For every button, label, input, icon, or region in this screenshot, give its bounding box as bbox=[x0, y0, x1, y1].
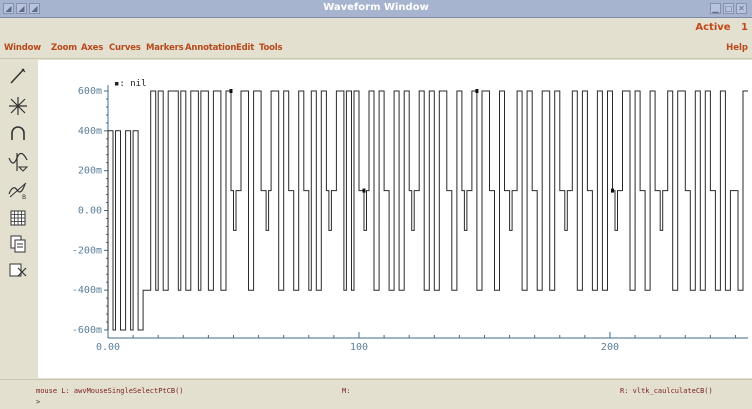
active-label: Active bbox=[695, 22, 731, 33]
menu-help[interactable]: Help bbox=[726, 43, 748, 53]
menu-axes[interactable]: Axes bbox=[81, 43, 103, 53]
mouse-status-bar: mouse L: awvMouseSingleSelectPtCB() M: R… bbox=[0, 379, 752, 409]
y-tick-label: 200m bbox=[78, 166, 102, 177]
minimize-icon[interactable]: ▁ bbox=[710, 3, 721, 14]
menu-curves[interactable]: Curves bbox=[109, 43, 141, 53]
mouse-left-binding: mouse L: awvMouseSingleSelectPtCB() bbox=[36, 387, 184, 395]
pencil-icon[interactable] bbox=[5, 63, 31, 89]
y-tick-label: -200m bbox=[72, 245, 102, 256]
maximize-icon[interactable]: □ bbox=[723, 3, 734, 14]
status-line: Active 1 bbox=[0, 18, 752, 38]
x-tick-label: 100 bbox=[350, 342, 368, 353]
waveform-b-icon[interactable]: B bbox=[5, 177, 31, 203]
waveform-trace bbox=[107, 90, 748, 331]
transform-icon[interactable] bbox=[5, 257, 31, 283]
window-title: Waveform Window bbox=[323, 2, 429, 13]
trace-marker bbox=[610, 188, 614, 193]
plot-area[interactable]: 600m 400m 200m 0.00 -200m -400m -600m 0.00 100 20… bbox=[38, 60, 752, 378]
trace-marker bbox=[475, 89, 479, 93]
y-tick-label: 600m bbox=[78, 86, 102, 97]
svg-text:B: B bbox=[22, 194, 26, 200]
x-tick-label: 200 bbox=[601, 342, 619, 353]
active-status: Active 1 bbox=[695, 22, 748, 33]
mouse-middle-binding: M: bbox=[342, 387, 351, 395]
menu-bar: Window Zoom Axes Curves Markers Annotati… bbox=[0, 38, 752, 59]
menu-markers[interactable]: Markers bbox=[146, 43, 184, 53]
y-tick-label: 400m bbox=[78, 126, 102, 137]
waveform-marker-icon[interactable] bbox=[5, 149, 31, 175]
close-icon[interactable]: ✕ bbox=[736, 3, 747, 14]
waveform-chart[interactable]: 600m 400m 200m 0.00 -200m -400m -600m 0.00 100 20… bbox=[38, 60, 752, 378]
menu-window[interactable]: Window bbox=[4, 43, 41, 53]
arc-icon[interactable] bbox=[5, 121, 31, 147]
window-number: 1 bbox=[741, 22, 748, 33]
trace-label: ▪: nil bbox=[114, 79, 147, 89]
menu-edit[interactable]: Edit bbox=[236, 43, 254, 53]
mouse-right-binding: R: vltk_caulculateCB() bbox=[620, 387, 713, 395]
x-tick-label: 0.00 bbox=[96, 342, 120, 353]
crosshair-icon[interactable] bbox=[5, 93, 31, 119]
trace-marker bbox=[229, 89, 233, 93]
trace-marker bbox=[362, 188, 366, 193]
y-tick-label: -600m bbox=[72, 325, 102, 336]
menu-annotation[interactable]: Annotation bbox=[185, 43, 236, 53]
grid-icon[interactable] bbox=[5, 205, 31, 231]
command-prompt[interactable]: > bbox=[36, 398, 40, 406]
menu-tools[interactable]: Tools bbox=[259, 43, 283, 53]
y-tick-label: 0.00 bbox=[78, 206, 102, 217]
tool-palette: B bbox=[0, 59, 38, 379]
copy-icon[interactable] bbox=[5, 231, 31, 257]
title-bar: ◢ ◢ ◢ Waveform Window ▁ □ ✕ bbox=[0, 0, 752, 18]
menu-zoom[interactable]: Zoom bbox=[51, 43, 77, 53]
y-tick-label: -400m bbox=[72, 285, 102, 296]
